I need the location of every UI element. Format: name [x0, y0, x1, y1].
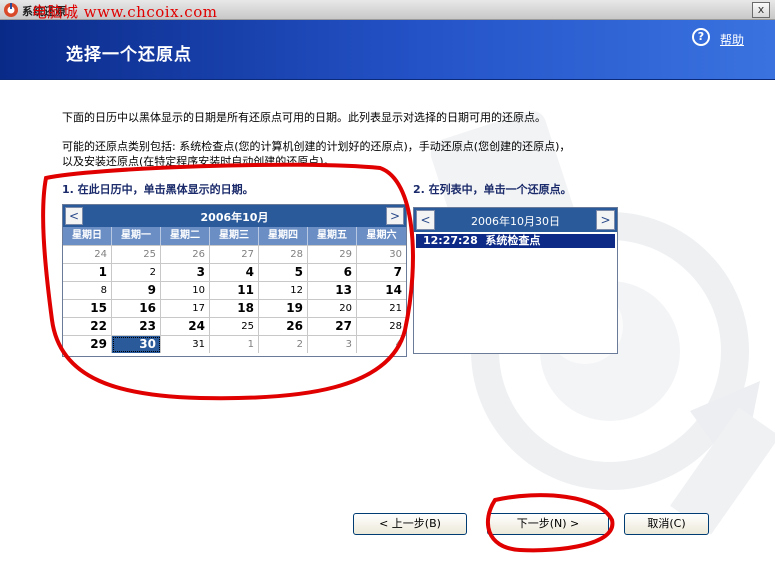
- calendar-month-label: 2006年10月: [200, 211, 269, 224]
- wizard-header: 选择一个还原点 ? 帮助: [0, 20, 775, 80]
- calendar-day[interactable]: 24: [161, 318, 210, 335]
- calendar-day[interactable]: 7: [357, 264, 406, 281]
- calendar-day[interactable]: 20: [308, 300, 357, 317]
- calendar-day[interactable]: 24: [63, 246, 112, 263]
- system-restore-app-icon: [4, 3, 18, 17]
- calendar-day[interactable]: 27: [210, 246, 259, 263]
- weekday-label: 星期二: [161, 227, 210, 245]
- calendar-day[interactable]: 3: [161, 264, 210, 281]
- calendar-day[interactable]: 12: [259, 282, 308, 299]
- calendar-day[interactable]: 31: [161, 336, 210, 353]
- calendar-day[interactable]: 2: [259, 336, 308, 353]
- calendar-day[interactable]: 30: [357, 246, 406, 263]
- calendar-day[interactable]: 14: [357, 282, 406, 299]
- calendar-day[interactable]: 28: [259, 246, 308, 263]
- weekday-label: 星期一: [112, 227, 161, 245]
- calendar-day[interactable]: 10: [161, 282, 210, 299]
- calendar-day[interactable]: 29: [63, 336, 112, 353]
- calendar-prev-month-button[interactable]: <: [65, 207, 83, 225]
- calendar-week-row: 15 16 17 18 19 20 21: [63, 299, 406, 317]
- calendar-day[interactable]: 1: [63, 264, 112, 281]
- calendar-day[interactable]: 29: [308, 246, 357, 263]
- step2-instruction: 2. 在列表中，单击一个还原点。: [413, 183, 572, 196]
- calendar-day[interactable]: 23: [112, 318, 161, 335]
- weekday-label: 星期五: [308, 227, 357, 245]
- calendar-header: 2006年10月 < >: [63, 205, 406, 227]
- description-line-2: 可能的还原点类别包括: 系统检查点(您的计算机创建的计划好的还原点)，手动还原点…: [62, 140, 571, 153]
- calendar-day[interactable]: 25: [210, 318, 259, 335]
- calendar-day[interactable]: 4: [357, 336, 406, 353]
- weekday-label: 星期六: [366, 230, 397, 241]
- calendar-day[interactable]: 16: [112, 300, 161, 317]
- calendar-day-grid: 24 25 26 27 28 29 30 1 2 3 4 5 6 7 8 9 10 11 12 13 14 15 16 17 1…: [63, 245, 406, 353]
- calendar-day[interactable]: 15: [63, 300, 112, 317]
- weekday-label: 星期四: [259, 227, 308, 245]
- calendar-day[interactable]: 5: [259, 264, 308, 281]
- restore-point-label: 系统检查点: [485, 234, 541, 247]
- calendar-day[interactable]: 8: [63, 282, 112, 299]
- weekday-label: 星期三: [210, 227, 259, 245]
- calendar-day[interactable]: 27: [308, 318, 357, 335]
- calendar-day[interactable]: 4: [210, 264, 259, 281]
- calendar-day[interactable]: 18: [210, 300, 259, 317]
- calendar-day[interactable]: 28: [357, 318, 406, 335]
- calendar-week-row: 8 9 10 11 12 13 14: [63, 281, 406, 299]
- description-line-1: 下面的日历中以黑体显示的日期是所有还原点可用的日期。此列表显示对选择的日期可用的…: [62, 111, 546, 124]
- calendar-day[interactable]: 17: [161, 300, 210, 317]
- calendar-day[interactable]: 26: [161, 246, 210, 263]
- calendar-weekday-row: 星期日 星期一 星期二 星期三 星期四 星期五 星期六: [63, 227, 406, 245]
- calendar-week-row: 29 30 31 1 2 3 4: [63, 335, 406, 353]
- restore-point-list: 2006年10月30日 < > 12:27:28 系统检查点: [413, 207, 618, 354]
- calendar-day[interactable]: 6: [308, 264, 357, 281]
- calendar-day[interactable]: 1: [210, 336, 259, 353]
- calendar-next-month-button[interactable]: >: [386, 207, 404, 225]
- restore-point-prev-day-button[interactable]: <: [416, 210, 435, 230]
- restore-point-next-day-button[interactable]: >: [596, 210, 615, 230]
- calendar: 2006年10月 < > 星期日 星期一 星期二 星期三 星期四 星期五 星期六…: [62, 204, 407, 357]
- restore-point-date-label: 2006年10月30日: [471, 215, 560, 228]
- calendar-day[interactable]: 9: [112, 282, 161, 299]
- calendar-day-selected[interactable]: 30: [112, 336, 161, 353]
- help-link[interactable]: 帮助: [720, 31, 744, 48]
- title-bar: 系统还原 电脑城 www.chcoix.com x: [0, 0, 775, 21]
- next-button[interactable]: 下一步(N) >: [487, 513, 609, 535]
- restore-point-list-header: 2006年10月30日 < >: [414, 208, 617, 232]
- weekday-label: 星期日: [63, 227, 112, 245]
- calendar-week-row: 22 23 24 25 26 27 28: [63, 317, 406, 335]
- calendar-day[interactable]: 26: [259, 318, 308, 335]
- calendar-day[interactable]: 13: [308, 282, 357, 299]
- restore-point-item[interactable]: 12:27:28 系统检查点: [416, 234, 615, 248]
- calendar-week-row: 1234567: [63, 263, 406, 281]
- description-line-3: 以及安装还原点(在特定程序安装时自动创建的还原点)。: [62, 155, 335, 168]
- calendar-day[interactable]: 19: [259, 300, 308, 317]
- calendar-day[interactable]: 21: [357, 300, 406, 317]
- calendar-day[interactable]: 3: [308, 336, 357, 353]
- calendar-day[interactable]: 2: [112, 264, 161, 281]
- calendar-day[interactable]: 25: [112, 246, 161, 263]
- cancel-button[interactable]: 取消(C): [624, 513, 709, 535]
- help-icon[interactable]: ?: [692, 28, 710, 46]
- close-button[interactable]: x: [752, 2, 770, 18]
- calendar-week-row: 24 25 26 27 28 29 30: [63, 245, 406, 263]
- page-title: 选择一个还原点: [66, 45, 192, 65]
- back-button[interactable]: < 上一步(B): [353, 513, 467, 535]
- calendar-day[interactable]: 22: [63, 318, 112, 335]
- calendar-day[interactable]: 11: [210, 282, 259, 299]
- restore-point-time: 12:27:28: [423, 234, 478, 247]
- step1-instruction: 1. 在此日历中，单击黑体显示的日期。: [62, 183, 254, 196]
- watermark-text: 电脑城 www.chcoix.com: [32, 3, 218, 21]
